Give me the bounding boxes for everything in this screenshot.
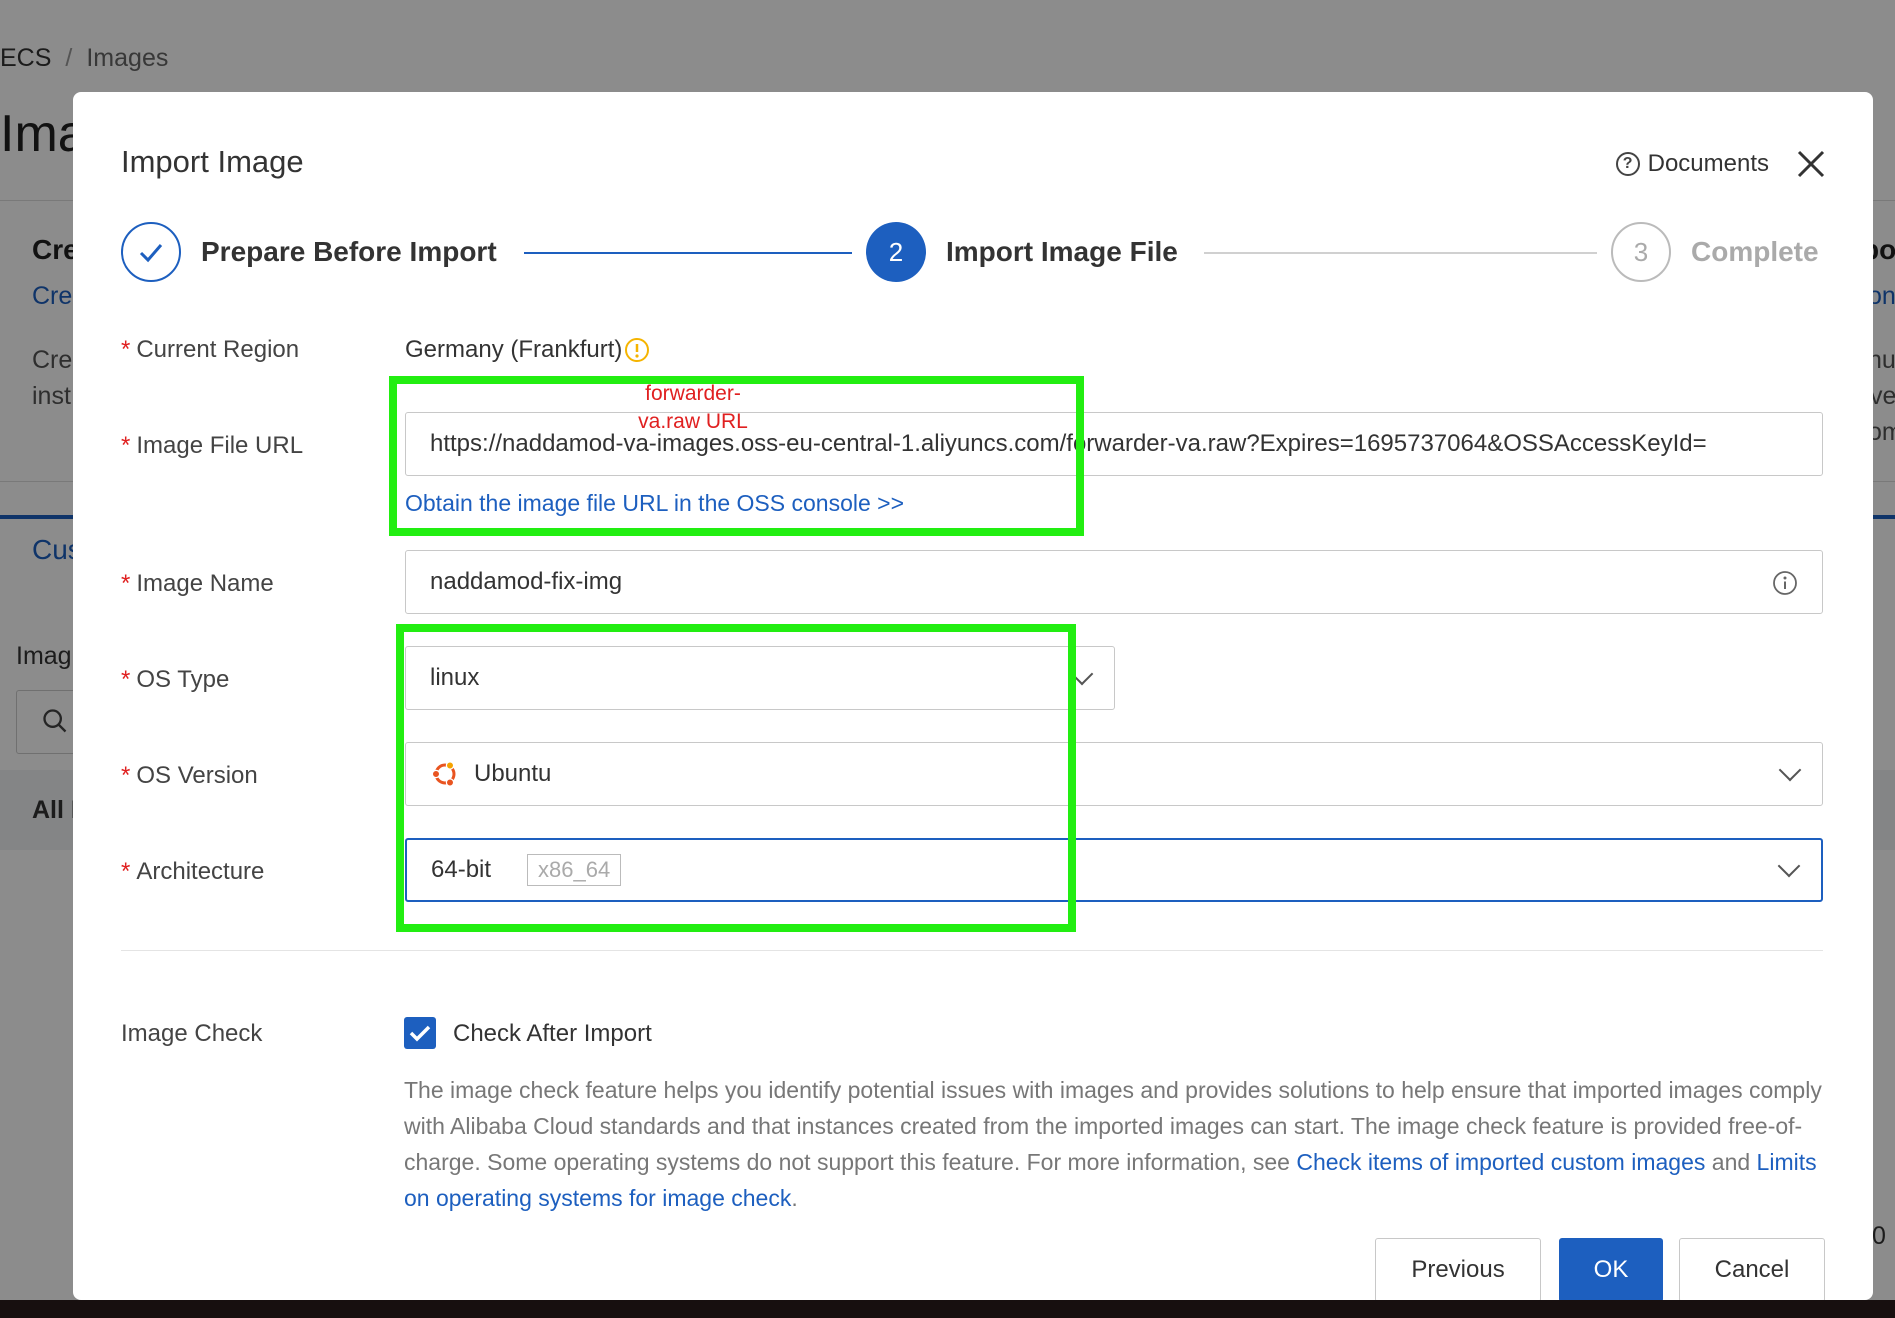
check-after-import-label[interactable]: Check After Import <box>453 1020 652 1048</box>
section-divider <box>121 950 1823 951</box>
documents-link[interactable]: ? Documents <box>1615 150 1769 178</box>
os-version-label: * OS Version <box>121 762 258 789</box>
region-value: Germany (Frankfurt) <box>405 336 623 363</box>
ok-button[interactable]: OK <box>1559 1238 1663 1300</box>
annotation-line-1: forwarder- <box>645 382 741 405</box>
chevron-down-icon <box>1070 662 1094 686</box>
os-type-value: linux <box>430 664 480 691</box>
required-asterisk: * <box>121 762 131 789</box>
help-icon: ? <box>1615 152 1640 176</box>
step-3-label: Complete <box>1691 236 1819 267</box>
ubuntu-icon <box>431 761 456 787</box>
chevron-down-icon <box>1778 758 1802 782</box>
documents-label: Documents <box>1647 150 1769 177</box>
image-name-value: naddamod-fix-img <box>430 568 623 595</box>
os-type-label: * OS Type <box>121 666 230 693</box>
os-version-value: Ubuntu <box>474 760 552 787</box>
chevron-down-icon <box>1777 854 1801 878</box>
import-image-dialog: Import Image ? Documents Prepare Before … <box>73 92 1873 1300</box>
check-icon <box>139 244 163 263</box>
cancel-button[interactable]: Cancel <box>1679 1238 1825 1300</box>
required-asterisk: * <box>121 336 131 363</box>
step-2-label: Import Image File <box>946 236 1178 267</box>
required-asterisk: * <box>121 570 131 597</box>
and-text: and <box>1711 1149 1751 1175</box>
architecture-tag: x86_64 <box>527 854 622 886</box>
check-items-link[interactable]: Check items of imported custom images <box>1296 1149 1705 1175</box>
architecture-label: * Architecture <box>121 858 265 885</box>
os-version-select[interactable]: Ubuntu <box>405 742 1823 806</box>
os-type-select[interactable]: linux <box>405 646 1115 710</box>
previous-button[interactable]: Previous <box>1375 1238 1541 1300</box>
oss-console-link[interactable]: Obtain the image file URL in the OSS con… <box>405 490 904 517</box>
annotation-text: forwarder- va.raw URL <box>593 380 793 436</box>
dialog-title: Import Image <box>121 144 304 179</box>
image-url-label: * Image File URL <box>121 432 304 459</box>
required-asterisk: * <box>121 666 131 693</box>
step-2-circle: 2 <box>866 222 926 282</box>
warning-icon[interactable] <box>624 337 650 363</box>
checkmark-icon <box>409 1025 431 1042</box>
architecture-select[interactable]: 64-bit x86_64 <box>405 838 1823 902</box>
annotation-line-2: va.raw URL <box>638 410 748 433</box>
image-name-label: * Image Name <box>121 570 274 597</box>
region-value-row: Germany (Frankfurt) <box>405 336 650 364</box>
image-check-label: Image Check <box>121 1020 263 1047</box>
required-asterisk: * <box>121 858 131 885</box>
region-label: * Current Region <box>121 336 300 363</box>
step-1-check-circle <box>121 222 181 282</box>
step-connector-1 <box>524 252 852 254</box>
image-check-description: The image check feature helps you identi… <box>404 1072 1824 1216</box>
period-text: . <box>791 1185 798 1211</box>
step-connector-2 <box>1204 252 1597 254</box>
image-name-input[interactable]: naddamod-fix-img <box>405 550 1823 614</box>
architecture-value: 64-bit <box>431 856 492 883</box>
step-1-label: Prepare Before Import <box>201 236 497 267</box>
info-icon[interactable] <box>1772 570 1798 596</box>
step-3-circle: 3 <box>1611 222 1671 282</box>
close-icon[interactable] <box>1793 146 1829 182</box>
required-asterisk: * <box>121 432 131 459</box>
check-after-import-checkbox[interactable] <box>404 1017 436 1049</box>
